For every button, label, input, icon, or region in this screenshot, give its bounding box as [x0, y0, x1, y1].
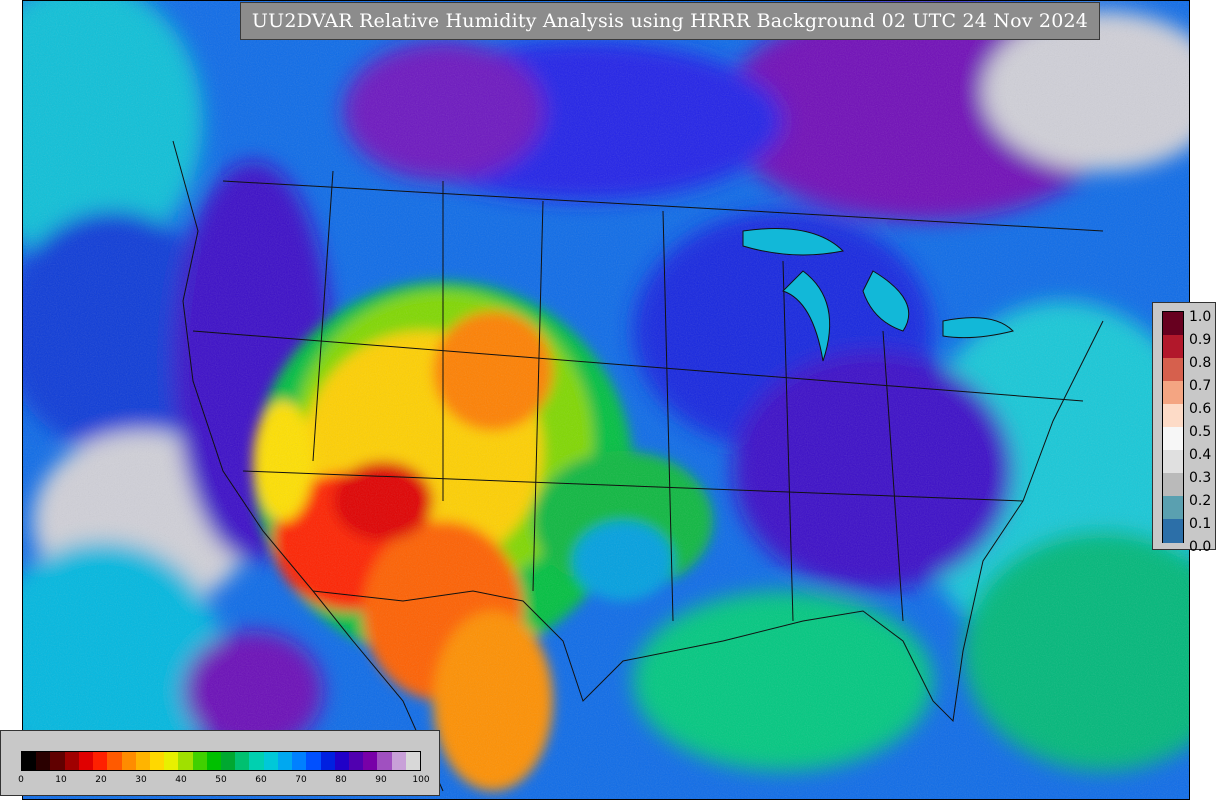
rh-tick-label: 50	[215, 775, 227, 785]
rh-color-segment	[121, 752, 137, 770]
rh-color-segment	[263, 752, 279, 770]
rh-color-segment	[22, 752, 37, 770]
obs-color-segment	[1163, 450, 1183, 474]
rh-color-segment	[348, 752, 364, 770]
rh-color-segment	[277, 752, 293, 770]
rh-color-segment	[334, 752, 350, 770]
rh-color-segment	[93, 752, 108, 770]
obs-tick-label: 0.6	[1189, 401, 1212, 417]
rh-color-segment	[306, 752, 321, 770]
obs-color-segment	[1163, 427, 1183, 451]
rh-color-segment	[36, 752, 51, 770]
rh-color-segment	[221, 752, 236, 770]
obs-color-segment	[1163, 473, 1183, 497]
rh-color-segment	[249, 752, 265, 770]
rh-color-segment	[292, 752, 307, 770]
humidity-field	[23, 1, 1189, 799]
obs-color-segment	[1163, 358, 1183, 382]
rh-tick-label: 10	[55, 775, 67, 785]
rh-color-segment	[377, 752, 393, 770]
observation-colorbar-gradient	[1162, 311, 1184, 543]
rh-color-segment	[164, 752, 179, 770]
rh-colorbar-gradient	[21, 751, 421, 771]
obs-tick-label: 0.1	[1189, 516, 1212, 532]
rh-color-segment	[149, 752, 165, 770]
obs-color-segment	[1163, 519, 1183, 543]
obs-tick-label: 0.2	[1189, 493, 1212, 509]
rh-color-segment	[206, 752, 222, 770]
rh-color-segment	[107, 752, 122, 770]
rh-tick-label: 60	[255, 775, 267, 785]
rh-color-segment	[235, 752, 250, 770]
obs-tick-label: 0.5	[1189, 424, 1212, 440]
obs-tick-label: 0.7	[1189, 378, 1212, 394]
rh-tick-label: 20	[95, 775, 107, 785]
rh-colorbar: 0 10 20 30 40 50 60 70 80 90 100	[0, 730, 440, 796]
obs-tick-label: 0.8	[1189, 355, 1212, 371]
map-title: UU2DVAR Relative Humidity Analysis using…	[240, 2, 1100, 40]
obs-tick-label: 0.0	[1189, 539, 1212, 555]
rh-tick-label: 30	[135, 775, 147, 785]
rh-tick-label: 100	[412, 775, 430, 785]
rh-color-segment	[405, 752, 421, 770]
rh-color-segment	[192, 752, 208, 770]
rh-color-segment	[320, 752, 336, 770]
rh-analysis-map	[22, 0, 1190, 800]
rh-color-segment	[178, 752, 194, 770]
rh-tick-label: 90	[375, 775, 387, 785]
obs-color-segment	[1163, 335, 1183, 359]
obs-color-segment	[1163, 496, 1183, 520]
rh-tick-label: 0	[18, 775, 24, 785]
obs-tick-label: 1.0	[1189, 309, 1212, 325]
rh-tick-label: 70	[295, 775, 307, 785]
rh-tick-label: 80	[335, 775, 347, 785]
obs-tick-label: 0.9	[1189, 332, 1212, 348]
obs-color-segment	[1163, 404, 1183, 428]
observation-colorbar: 1.0 0.9 0.8 0.7 0.6 0.5 0.4 0.3 0.2 0.1 0.0	[1152, 302, 1216, 554]
rh-color-segment	[50, 752, 66, 770]
obs-color-segment	[1163, 381, 1183, 405]
rh-color-segment	[64, 752, 80, 770]
rh-tick-label: 40	[175, 775, 187, 785]
obs-color-segment	[1163, 312, 1183, 336]
rh-color-segment	[391, 752, 407, 770]
rh-color-segment	[363, 752, 378, 770]
obs-tick-label: 0.4	[1189, 447, 1212, 463]
rh-color-segment	[135, 752, 151, 770]
obs-tick-label: 0.3	[1189, 470, 1212, 486]
rh-color-segment	[78, 752, 94, 770]
